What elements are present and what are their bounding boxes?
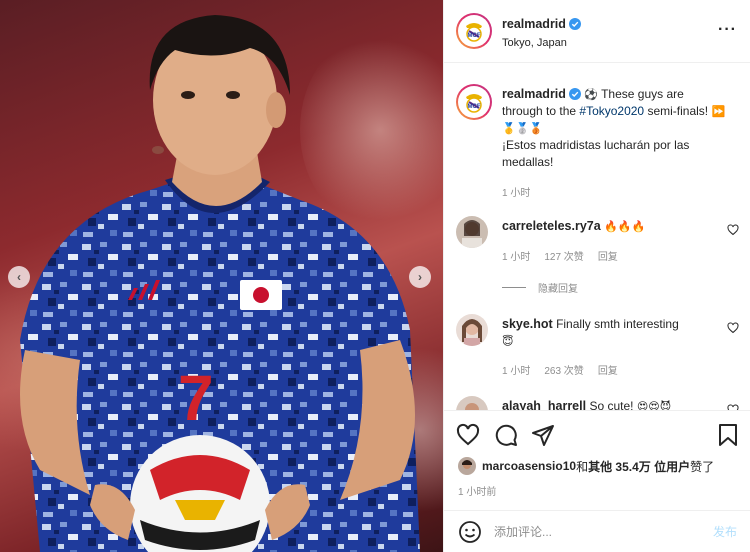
- reply-button[interactable]: 回复: [598, 366, 618, 377]
- emoji-picker-icon[interactable]: [458, 520, 482, 544]
- next-photo-button[interactable]: ›: [409, 266, 431, 288]
- commenter-avatar[interactable]: [456, 314, 488, 346]
- svg-text:MCF: MCF: [468, 104, 481, 110]
- liker-username[interactable]: marcoasensio10: [482, 459, 576, 473]
- caption-text: realmadrid ⚽ These guys are through to t…: [502, 86, 727, 171]
- post-timestamp[interactable]: 1 小时前: [458, 483, 496, 498]
- post-location[interactable]: Tokyo, Japan: [502, 37, 567, 49]
- jersey-number: 7: [178, 362, 214, 434]
- comment-body: carreleteles.ry7a 🔥🔥🔥: [502, 218, 712, 235]
- comment-meta: 1 小时 127 次赞 回复: [502, 248, 632, 263]
- likes-text: 赞了: [690, 459, 715, 474]
- comment-text: Finally smth interesting: [556, 317, 679, 331]
- comment-bubble-icon[interactable]: [494, 423, 518, 447]
- like-comment-heart-icon[interactable]: [727, 322, 739, 334]
- caption-spanish-text: ¡Estos madridistas lucharán por las meda…: [502, 138, 690, 169]
- comment-input[interactable]: [494, 519, 684, 545]
- divider: [502, 287, 526, 288]
- previous-photo-button[interactable]: ‹: [8, 266, 30, 288]
- commenter-avatar[interactable]: [456, 396, 488, 410]
- player-illustration: 7: [20, 15, 420, 552]
- verified-badge-icon: [568, 88, 581, 100]
- likes-text: 和: [576, 459, 589, 474]
- fast-forward-emoji: ⏩: [711, 105, 726, 118]
- liker-avatar[interactable]: [458, 457, 476, 475]
- real-madrid-crest-icon: MCF: [466, 94, 482, 113]
- comment-username[interactable]: alayah_harrell: [502, 399, 586, 410]
- caption-text-part: semi-finals!: [644, 104, 712, 118]
- caption-timestamp[interactable]: 1 小时: [502, 184, 530, 199]
- post-actions: marcoasensio10 和 其他 35.4万 位用户 赞了 1 小时前: [444, 410, 750, 510]
- more-options-icon[interactable]: ···: [718, 22, 737, 38]
- caption-username[interactable]: realmadrid: [502, 87, 566, 101]
- comment-likes-count[interactable]: 127 次赞: [544, 252, 583, 263]
- chevron-left-icon: ‹: [17, 270, 21, 284]
- avatar[interactable]: MCF: [456, 13, 492, 49]
- svg-text:MCF: MCF: [468, 33, 481, 39]
- post-side-panel: MCF realmadrid Tokyo, Japan ··· MCF real…: [443, 0, 750, 552]
- comment-body: alayah_harrell So cute! 😍😍😈: [502, 398, 712, 410]
- hashtag-link[interactable]: #Tokyo2020: [579, 104, 644, 118]
- comment-text: 🔥🔥🔥: [604, 220, 646, 233]
- avatar[interactable]: MCF: [456, 84, 492, 120]
- comments-section[interactable]: MCF realmadrid ⚽ These guys are through …: [444, 64, 750, 410]
- like-comment-heart-icon[interactable]: [727, 224, 739, 236]
- post-header: MCF realmadrid Tokyo, Japan ···: [444, 0, 750, 63]
- smiling-halo-emoji: 😇: [502, 335, 514, 348]
- comment-meta: 1 小时 263 次赞 回复: [502, 362, 632, 377]
- post-comment-button[interactable]: 发布: [713, 523, 737, 540]
- comment-username[interactable]: carreleteles.ry7a: [502, 219, 601, 233]
- like-heart-icon[interactable]: [456, 423, 480, 447]
- hide-replies-button[interactable]: 隐藏回复: [502, 280, 578, 295]
- reply-button[interactable]: 回复: [598, 252, 618, 263]
- comment-text: So cute!: [589, 399, 634, 410]
- medals-emoji: 🥇🥈🥉: [502, 122, 544, 135]
- comment-username[interactable]: skye.hot: [502, 317, 553, 331]
- add-comment-bar: 发布: [444, 510, 750, 552]
- verified-badge-icon: [568, 18, 581, 30]
- soccer-ball-emoji: ⚽: [584, 88, 598, 101]
- chevron-right-icon: ›: [418, 270, 422, 284]
- comment-body: skye.hot Finally smth interesting 😇: [502, 316, 712, 350]
- comment-emoji: 😍😍😈: [636, 400, 672, 410]
- real-madrid-crest-icon: MCF: [466, 23, 482, 42]
- comment-likes-count[interactable]: 263 次赞: [544, 366, 583, 377]
- share-paper-plane-icon[interactable]: [531, 423, 555, 447]
- save-bookmark-icon[interactable]: [716, 423, 740, 447]
- comment-timestamp[interactable]: 1 小时: [502, 366, 530, 377]
- commenter-avatar[interactable]: [456, 216, 488, 248]
- post-photo[interactable]: 7 ‹ ›: [0, 0, 443, 552]
- header-username[interactable]: realmadrid: [502, 17, 581, 31]
- likes-count-link[interactable]: 其他 35.4万 位用户: [588, 458, 690, 475]
- likes-summary: marcoasensio10 和 其他 35.4万 位用户 赞了: [458, 457, 714, 475]
- comment-timestamp[interactable]: 1 小时: [502, 252, 530, 263]
